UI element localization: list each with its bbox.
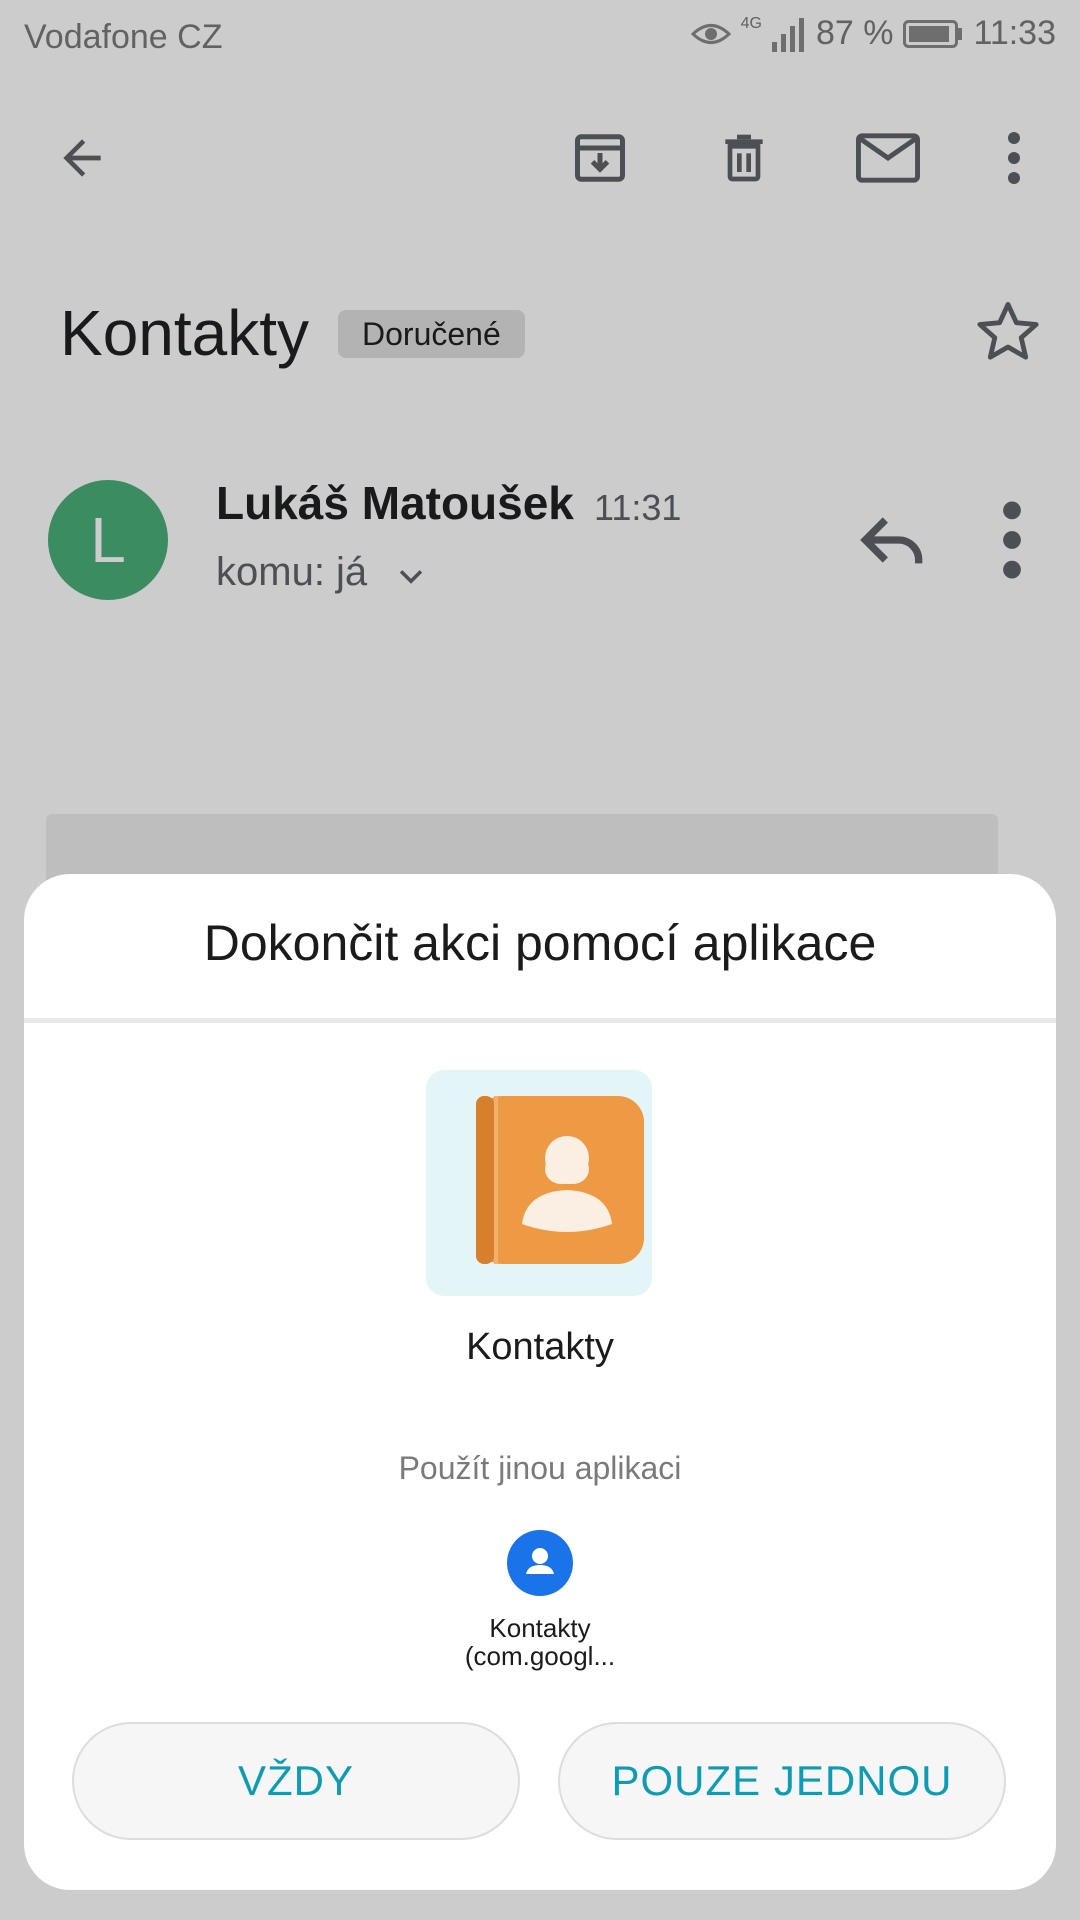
default-app-tile[interactable] (426, 1070, 652, 1296)
always-button[interactable]: VŽDY (72, 1722, 520, 1840)
other-app-label[interactable]: Kontakty (com.googl... (390, 1614, 690, 1670)
other-app-package: (com.googl... (464, 1641, 616, 1671)
just-once-button[interactable]: POUZE JEDNOU (558, 1722, 1006, 1840)
default-app-label: Kontakty (466, 1326, 614, 1368)
other-app-option[interactable] (507, 1530, 573, 1596)
app-chooser-sheet: Dokončit akci pomocí aplikace Kontakty P… (24, 874, 1056, 1890)
other-app-name: Kontakty (489, 1613, 591, 1643)
other-app-hint: Použít jinou aplikaci (398, 1450, 682, 1486)
screen: Vodafone CZ 4G 87 % 11:33 Kontakty Doruč… (0, 0, 1080, 1920)
contacts-book-icon (476, 1096, 644, 1264)
sheet-title: Dokončit akci pomocí aplikace (203, 915, 877, 971)
sheet-divider (24, 1018, 1056, 1023)
person-icon (526, 1548, 554, 1574)
